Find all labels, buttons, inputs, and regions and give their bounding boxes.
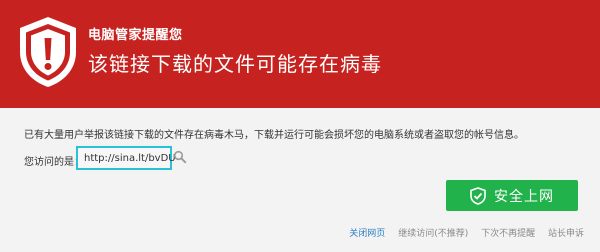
shield-check-icon bbox=[470, 186, 486, 205]
alert-title: 该链接下载的文件可能存在病毒 bbox=[88, 52, 382, 76]
safe-browse-button[interactable]: 安全上网 bbox=[446, 180, 578, 211]
visited-url: http://sina.lt/bvDU bbox=[84, 153, 176, 164]
alert-brand: 电脑管家提醒您 bbox=[88, 28, 183, 43]
footer-links: 关闭网页 继续访问(不推荐) 下次不再提醒 站长申诉 bbox=[339, 226, 584, 239]
url-highlight-box: http://sina.lt/bvDU bbox=[76, 146, 176, 170]
continue-visit-link[interactable]: 继续访问(不推荐) bbox=[398, 229, 468, 239]
url-label: 您访问的是： bbox=[24, 157, 84, 168]
magnifier-icon[interactable] bbox=[173, 150, 187, 164]
alert-header: 电脑管家提醒您 该链接下载的文件可能存在病毒 bbox=[0, 0, 600, 108]
close-page-link[interactable]: 关闭网页 bbox=[349, 229, 385, 239]
warning-body: 已有大量用户举报该链接下载的文件存在病毒木马，下载并运行可能会损坏您的电脑系统或… bbox=[0, 108, 600, 252]
shield-alert-icon bbox=[20, 17, 76, 87]
appeal-link[interactable]: 站长申诉 bbox=[548, 229, 584, 239]
safe-browse-label: 安全上网 bbox=[494, 188, 554, 205]
no-remind-link[interactable]: 下次不再提醒 bbox=[481, 229, 535, 239]
warning-description: 已有大量用户举报该链接下载的文件存在病毒木马，下载并运行可能会损坏您的电脑系统或… bbox=[24, 130, 524, 141]
